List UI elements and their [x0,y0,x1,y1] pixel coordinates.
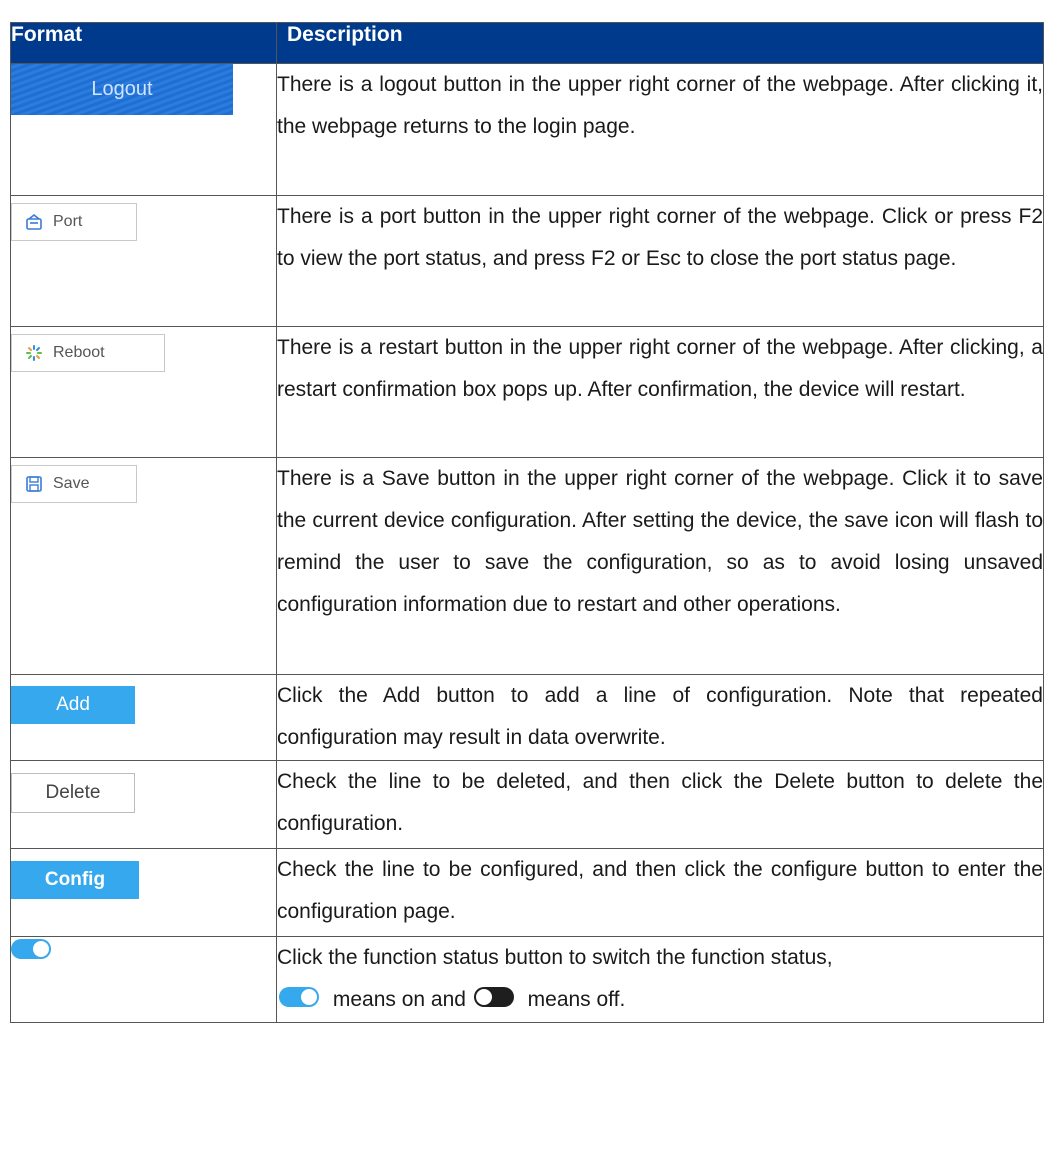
format-cell: Reboot [10,326,277,458]
format-cell: Logout [10,63,277,196]
format-cell: Save [10,457,277,675]
header-format: Format [10,22,277,64]
means-off-text: means off. [527,988,626,1011]
table-row: Logout There is a logout button in the u… [10,63,1044,196]
description-cell: Check the line to be configured, and the… [276,848,1044,937]
description-cell: Click the Add button to add a line of co… [276,674,1044,761]
header-description: Description [276,22,1044,64]
toggle-on-icon [279,987,319,1008]
reboot-button-label: Reboot [53,344,105,361]
description-cell: Check the line to be deleted, and then c… [276,760,1044,849]
save-button[interactable]: Save [11,465,137,503]
means-on-text: means on and [332,988,466,1011]
save-icon [25,475,43,493]
toggle-description-prefix: Click the function status button to swit… [277,946,833,969]
format-cell: Config [10,848,277,937]
port-button-label: Port [53,213,83,230]
format-cell: Port [10,195,277,327]
table-row: Config Check the line to be configured, … [10,848,1044,937]
table-row: Delete Check the line to be deleted, and… [10,760,1044,849]
table-row: Click the function status button to swit… [10,936,1044,1023]
format-cell: Delete [10,760,277,849]
port-button[interactable]: Port [11,203,137,241]
table-header-row: Format Description [10,22,1044,64]
format-description-table: Format Description Logout There is a log… [10,22,1044,1023]
save-button-label: Save [53,475,90,492]
format-cell: Add [10,674,277,761]
toggle-off-icon [473,987,514,1008]
table-row: Save There is a Save button in the upper… [10,457,1044,675]
description-cell: There is a Save button in the upper righ… [276,457,1044,675]
description-cell: There is a restart button in the upper r… [276,326,1044,458]
delete-button[interactable]: Delete [11,773,135,813]
reboot-icon [25,344,43,362]
logout-button[interactable]: Logout [11,63,233,115]
config-button[interactable]: Config [11,861,139,899]
format-cell [10,936,277,1023]
toggle-on-icon[interactable] [11,939,51,959]
table-row: Add Click the Add button to add a line o… [10,674,1044,761]
table-row: Reboot There is a restart button in the … [10,326,1044,458]
reboot-button[interactable]: Reboot [11,334,165,372]
description-cell: There is a port button in the upper righ… [276,195,1044,327]
add-button[interactable]: Add [11,686,135,724]
description-cell: Click the function status button to swit… [276,936,1044,1023]
port-icon [25,213,43,231]
table-row: Port There is a port button in the upper… [10,195,1044,327]
description-cell: There is a logout button in the upper ri… [276,63,1044,196]
